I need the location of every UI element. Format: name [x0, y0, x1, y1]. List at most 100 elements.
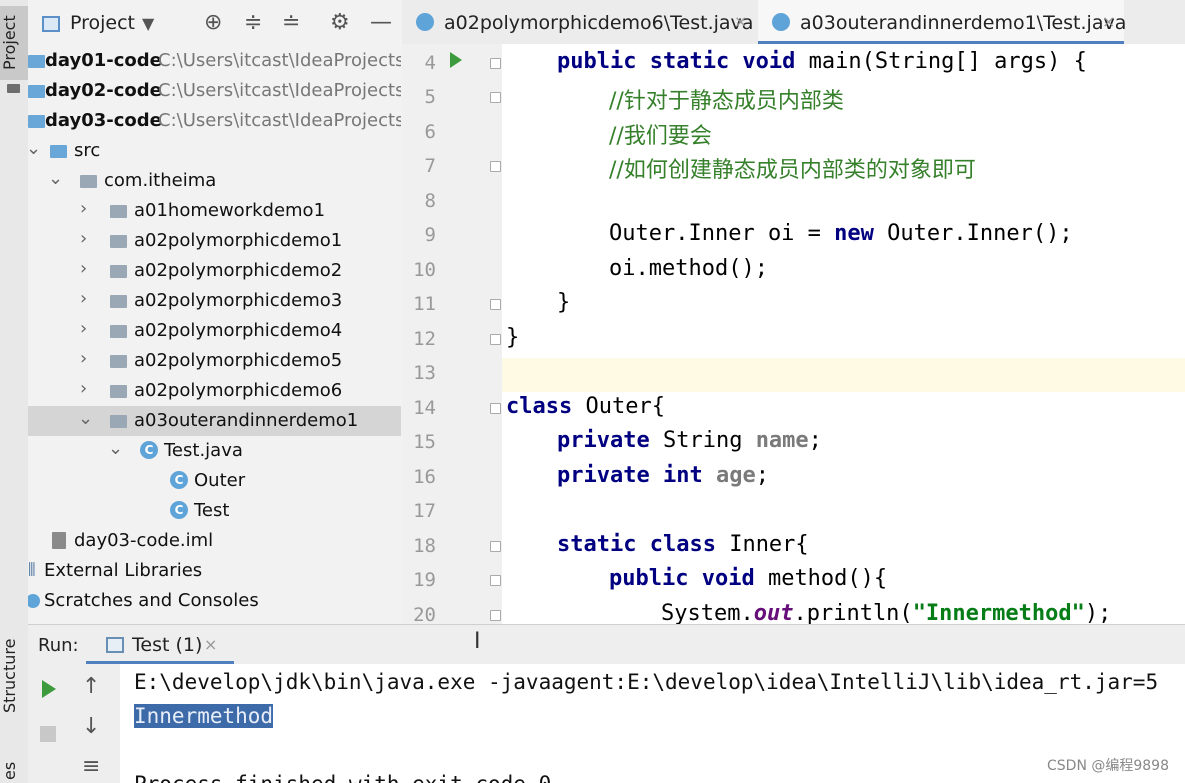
tree-item-package[interactable]: › a02polymorphicdemo6: [28, 376, 401, 406]
tab-label: a02polymorphicdemo6\Test.java: [444, 12, 754, 34]
tree-item-class[interactable]: C Test: [28, 496, 401, 526]
tab-a02polymorphicdemo6[interactable]: a02polymorphicdemo6\Test.java ×: [402, 0, 756, 44]
code-text: Outer{: [572, 394, 665, 419]
library-icon: ⫴: [28, 560, 36, 581]
package-icon: [110, 385, 127, 398]
down-arrow-icon[interactable]: ↓: [82, 714, 100, 739]
tree-item-src[interactable]: ⌄ src: [28, 136, 401, 166]
chevron-down-icon[interactable]: ⌄: [28, 138, 41, 159]
run-icon[interactable]: [42, 680, 56, 698]
tree-item-package[interactable]: › a02polymorphicdemo2: [28, 256, 401, 286]
fold-marker[interactable]: [490, 299, 501, 310]
chevron-down-icon[interactable]: ▼: [142, 14, 154, 33]
code-line-19: public void method(){: [609, 566, 887, 591]
file-icon: [52, 532, 66, 549]
close-icon[interactable]: ×: [204, 635, 217, 654]
tree-item-day02-code[interactable]: day02-code C:\Users\itcast\IdeaProjects\: [28, 76, 401, 106]
tree-item-day01-code[interactable]: day01-code C:\Users\itcast\IdeaProjects\: [28, 46, 401, 76]
console-line: Process finished with exit code 0: [134, 772, 551, 783]
fold-marker[interactable]: [490, 575, 501, 586]
chevron-right-icon[interactable]: ›: [80, 198, 87, 219]
project-view-selector[interactable]: Project: [70, 12, 135, 34]
line-number: 9: [424, 224, 436, 246]
fold-marker[interactable]: [490, 610, 501, 621]
minus-icon[interactable]: —: [370, 10, 392, 36]
structure-tool-tab[interactable]: Structure: [0, 638, 28, 714]
package-icon: [110, 235, 127, 248]
chevron-right-icon[interactable]: ›: [80, 258, 87, 279]
tree-item-label: Test.java: [164, 440, 243, 461]
chevron-right-icon[interactable]: ›: [80, 348, 87, 369]
package-icon: [110, 355, 127, 368]
tree-item-path: C:\Users\itcast\IdeaProjects\: [158, 50, 401, 71]
run-gutter-icon[interactable]: [450, 52, 462, 68]
project-tool-tab[interactable]: Project: [0, 6, 28, 80]
resize-cursor-icon[interactable]: Ⅰ: [474, 629, 481, 654]
fold-marker[interactable]: [490, 161, 501, 172]
field-name: age: [715, 463, 756, 488]
stop-icon[interactable]: [40, 726, 56, 742]
code-line-4: public static void main(String[] args) {: [557, 49, 1087, 74]
tree-item-external-libraries[interactable]: ⫴ External Libraries: [28, 556, 401, 586]
fold-marker[interactable]: [490, 334, 501, 345]
gear-icon[interactable]: ⚙: [330, 10, 350, 36]
tree-item-package[interactable]: › a01homeworkdemo1: [28, 196, 401, 226]
line-number: 12: [413, 328, 436, 350]
tree-item-path: C:\Users\itcast\IdeaProjects\: [158, 110, 401, 131]
tree-item-file[interactable]: day03-code.iml: [28, 526, 401, 556]
tree-item-package-selected[interactable]: ⌄ a03outerandinnerdemo1: [28, 406, 401, 436]
code-line-16: private int age;: [557, 463, 769, 488]
source-folder-icon: [50, 145, 67, 158]
code-line-10: oi.method();: [609, 256, 768, 281]
code-line-18: static class Inner{: [557, 532, 809, 557]
favorites-tool-tab[interactable]: es: [0, 758, 28, 783]
console-icon: [106, 637, 124, 653]
package-icon: [110, 325, 127, 338]
run-tab-label: Test (1): [132, 634, 203, 656]
close-icon[interactable]: ×: [1102, 12, 1115, 31]
chevron-right-icon[interactable]: ›: [80, 378, 87, 399]
fold-marker[interactable]: [490, 92, 501, 103]
tree-item-package[interactable]: ⌄ com.itheima: [28, 166, 401, 196]
tab-label: a03outerandinnerdemo1\Test.java: [800, 12, 1127, 34]
code-text: ;: [808, 428, 822, 453]
tree-item-scratches[interactable]: Scratches and Consoles: [28, 586, 401, 616]
tree-item-path: C:\Users\itcast\IdeaProjects\: [158, 80, 401, 101]
up-arrow-icon[interactable]: ↑: [82, 674, 100, 699]
project-view-icon: [42, 16, 60, 32]
chevron-down-icon[interactable]: ⌄: [48, 168, 63, 189]
target-icon[interactable]: ⊕: [204, 10, 222, 36]
tree-item-package[interactable]: › a02polymorphicdemo4: [28, 316, 401, 346]
chevron-right-icon[interactable]: ›: [80, 228, 87, 249]
tree-item-file[interactable]: ⌄ C Test.java: [28, 436, 401, 466]
chevron-right-icon[interactable]: ›: [80, 318, 87, 339]
tree-item-label: Scratches and Consoles: [44, 590, 259, 611]
fold-marker[interactable]: [490, 403, 501, 414]
soft-wrap-icon[interactable]: ≡: [82, 754, 100, 779]
code-text: .println(: [793, 601, 913, 624]
close-icon[interactable]: ×: [734, 12, 747, 31]
console-output[interactable]: E:\develop\jdk\bin\java.exe -javaagent:E…: [120, 664, 1185, 783]
expand-all-icon[interactable]: ≑: [244, 10, 262, 36]
tree-item-label: a01homeworkdemo1: [134, 200, 326, 221]
tool-window-strip: Project Structure es: [0, 0, 29, 783]
code-text: ;: [755, 463, 769, 488]
chevron-down-icon[interactable]: ⌄: [78, 408, 93, 429]
tree-item-day03-code[interactable]: day03-code C:\Users\itcast\IdeaProjects\: [28, 106, 401, 136]
tree-item-package[interactable]: › a02polymorphicdemo1: [28, 226, 401, 256]
fold-marker[interactable]: [490, 541, 501, 552]
tab-a03outerandinnerdemo1[interactable]: a03outerandinnerdemo1\Test.java ×: [758, 0, 1127, 44]
code-editor[interactable]: 4 5 6 7 8 9 10 11 12 13 14 15 16 17 18 1…: [402, 44, 1185, 624]
tab-run-test[interactable]: Test (1) ×: [86, 625, 234, 665]
collapse-all-icon[interactable]: ≐: [282, 10, 300, 36]
chevron-right-icon[interactable]: ›: [80, 288, 87, 309]
fold-marker[interactable]: [490, 58, 501, 69]
watermark: CSDN @编程9898: [1047, 758, 1169, 774]
chevron-down-icon[interactable]: ⌄: [108, 438, 123, 459]
tree-item-package[interactable]: › a02polymorphicdemo5: [28, 346, 401, 376]
tree-item-package[interactable]: › a02polymorphicdemo3: [28, 286, 401, 316]
tree-item-class[interactable]: C Outer: [28, 466, 401, 496]
module-folder-icon: [28, 55, 45, 68]
line-number: 7: [424, 155, 436, 177]
code-text: );: [1084, 601, 1112, 624]
